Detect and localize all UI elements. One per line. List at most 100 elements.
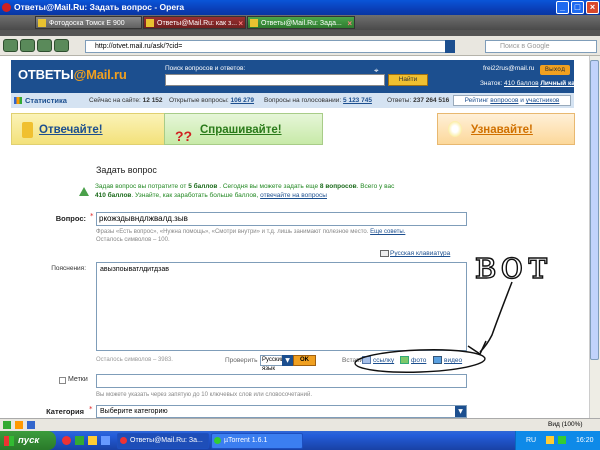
spellcheck-label: Проверить xyxy=(225,357,258,364)
insert-video-link[interactable]: видео xyxy=(444,357,462,364)
question-chars-left: Осталось символов – 100. xyxy=(96,237,170,243)
opera-icon xyxy=(2,3,11,12)
chevron-down-icon[interactable]: ▼ xyxy=(282,355,293,366)
required-marker: * xyxy=(89,405,93,413)
tab-otvety-zadat[interactable]: Ответы@Mail.Ru: Зада... × xyxy=(247,16,355,29)
category-select[interactable]: Выберите категорию xyxy=(96,405,467,418)
reload-icon[interactable] xyxy=(37,39,52,52)
cabinet-link[interactable]: Личный кабинет xyxy=(540,80,593,87)
form-title: Задать вопрос xyxy=(96,165,157,175)
question-hint: Фразы «Есть вопрос», «Нужна помощь», «См… xyxy=(96,229,405,235)
taskbar-utorrent[interactable]: µTorrent 1.6.1 xyxy=(211,433,303,449)
link-icon xyxy=(362,356,371,364)
maximize-button[interactable]: □ xyxy=(571,1,584,14)
tip-count: 8 вопросов xyxy=(319,183,357,190)
logout-button[interactable]: Выход xyxy=(540,65,570,75)
question-label: Вопрос: xyxy=(55,214,86,223)
tip-triangle-icon xyxy=(79,187,89,196)
minimize-button[interactable]: _ xyxy=(556,1,569,14)
google-search-input[interactable]: Поиск в Google xyxy=(485,40,597,53)
user-rank: Знаток: 410 баллов Личный кабинет xyxy=(480,80,594,87)
tip-line-1: Задав вопрос вы потратите от 5 баллов . … xyxy=(95,183,394,190)
window-title: Ответы@Mail.Ru: Задать вопрос - Opera xyxy=(14,2,185,12)
close-tab-icon[interactable]: × xyxy=(238,17,243,28)
back-icon[interactable] xyxy=(3,39,18,52)
rating-questions[interactable]: вопросов xyxy=(490,97,518,104)
site-search-button[interactable]: Найти xyxy=(388,74,428,86)
tags-label: Метки xyxy=(68,376,88,383)
forward-icon[interactable] xyxy=(20,39,35,52)
browser-status-bar: Вид (100%) xyxy=(0,418,600,431)
start-label: пуск xyxy=(18,435,40,446)
answers-label: Ответы: xyxy=(387,97,412,104)
more-tips-link[interactable]: Еще советы. xyxy=(370,229,405,235)
tray-icon[interactable] xyxy=(546,436,554,444)
start-button[interactable]: пуск xyxy=(0,431,56,450)
chevron-down-icon[interactable]: ▼ xyxy=(455,406,466,417)
quicklaunch-icon[interactable] xyxy=(101,436,110,445)
panel-toggle-icon[interactable] xyxy=(3,421,11,429)
insert-photo-link[interactable]: фото xyxy=(411,357,426,364)
desktop-quicklaunch-icon[interactable] xyxy=(75,436,84,445)
system-tray: RU 16:20 xyxy=(515,431,600,450)
tip-text: . Узнайте, как заработать больше баллов, xyxy=(131,192,259,199)
annotation-text: вот xyxy=(475,243,552,287)
utorrent-icon xyxy=(214,437,221,444)
close-tab-icon[interactable]: × xyxy=(347,17,352,28)
mail-icon[interactable] xyxy=(27,421,35,429)
url-input[interactable]: http://otvet.mail.ru/ask/?cid= xyxy=(85,40,455,53)
site-search-input[interactable] xyxy=(165,74,385,86)
logo-domain: @Mail.ru xyxy=(73,67,127,82)
insert-link-link[interactable]: ссылку xyxy=(373,357,394,364)
answer-box[interactable]: Отвечайте! xyxy=(11,113,180,145)
tray-icon[interactable] xyxy=(558,436,566,444)
keyboard-icon xyxy=(380,250,389,257)
rating-prefix: Рейтинг xyxy=(464,97,489,104)
search-options-icon[interactable]: ⌖ xyxy=(374,66,379,76)
taskbar-opera[interactable]: Ответы@Mail.Ru: За... xyxy=(117,433,209,449)
home-icon[interactable] xyxy=(54,39,69,52)
tags-checkbox[interactable] xyxy=(59,377,66,384)
speed-dial-icon[interactable] xyxy=(15,421,23,429)
answer-questions-link[interactable]: отвечайте на вопросы xyxy=(260,192,327,199)
question-input[interactable]: ркожздывндлжвалд.зыв xyxy=(96,212,467,226)
vote-stat: Вопросы на голосовании: 5 123 745 xyxy=(264,93,372,108)
keyboard-link[interactable]: Русская клавиатура xyxy=(390,250,450,257)
url-dropdown-icon[interactable] xyxy=(445,40,455,53)
site-logo[interactable]: ОТВЕТЫ@Mail.ru xyxy=(18,67,127,82)
spellcheck-ok-button[interactable]: OK xyxy=(293,355,316,366)
vote-value[interactable]: 5 123 745 xyxy=(343,97,372,104)
clock: 16:20 xyxy=(576,437,594,444)
rating-link[interactable]: Рейтинг вопросов и участников xyxy=(453,95,571,106)
rank-label: Знаток: xyxy=(480,80,503,87)
ask-box[interactable]: ?? Спрашивайте! xyxy=(164,113,323,145)
learn-box[interactable]: Узнавайте! xyxy=(437,113,575,145)
taskbar-label: Ответы@Mail.Ru: За... xyxy=(130,437,203,444)
open-label: Открытые вопросы: xyxy=(169,97,229,104)
category-label: Категория xyxy=(46,407,84,416)
zoom-level[interactable]: Вид (100%) xyxy=(548,419,583,431)
tip-total: 410 баллов xyxy=(95,192,132,199)
rating-and: и xyxy=(520,97,524,104)
tags-input[interactable] xyxy=(96,374,467,388)
desc-label: Пояснения: xyxy=(51,265,86,272)
answers-value: 237 264 516 xyxy=(413,97,450,104)
open-value[interactable]: 106 279 xyxy=(231,97,255,104)
rating-participants[interactable]: участников xyxy=(526,97,560,104)
input-language[interactable]: RU xyxy=(526,431,536,450)
points-link[interactable]: 410 баллов xyxy=(504,80,539,87)
pencil-icon xyxy=(22,122,33,138)
close-window-button[interactable]: × xyxy=(586,1,599,14)
explorer-quicklaunch-icon[interactable] xyxy=(88,436,97,445)
description-textarea[interactable]: авызпоыватлдитдзав xyxy=(96,262,467,351)
required-marker: * xyxy=(90,212,94,220)
tab-label: Ответы@Mail.Ru: как з... xyxy=(157,20,238,27)
opera-quicklaunch-icon[interactable] xyxy=(62,436,71,445)
stats-icon xyxy=(14,97,22,104)
tab-fotodoska[interactable]: Фотодоска Томск Е 900 xyxy=(35,16,142,29)
scrollbar-thumb[interactable] xyxy=(590,60,599,360)
annotation-arrow-line xyxy=(479,281,513,353)
tab-otvety-kak[interactable]: Ответы@Mail.Ru: как з... × xyxy=(143,16,246,29)
question-marks-icon: ?? xyxy=(175,128,193,144)
taskbar-label: µTorrent 1.6.1 xyxy=(224,437,268,444)
